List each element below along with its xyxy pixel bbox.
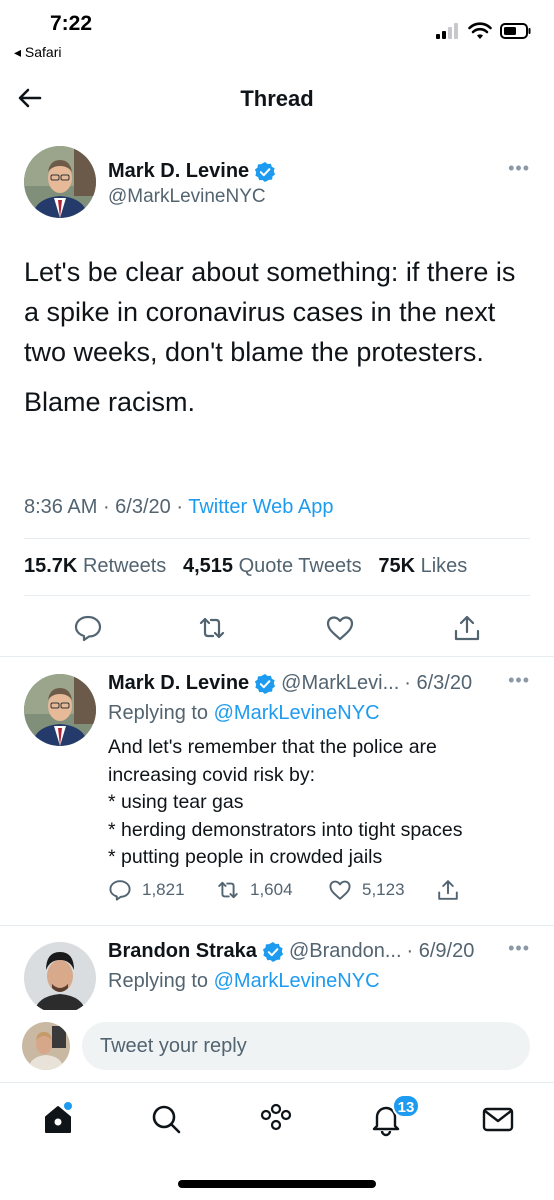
status-bar: 7:22 ◂ Safari [0, 0, 554, 72]
home-icon[interactable] [40, 1101, 76, 1137]
tweet-actions [0, 605, 554, 649]
author-handle[interactable]: @Brandon... [289, 940, 402, 963]
likes-stat[interactable]: 75K Likes [378, 555, 467, 577]
status-icons [436, 22, 532, 40]
mail-icon[interactable] [480, 1101, 516, 1137]
tweet-date: 6/3/20 [115, 496, 171, 518]
reply-input[interactable]: Tweet your reply [82, 1022, 530, 1070]
avatar[interactable] [24, 674, 96, 746]
reply-line: * using tear gas [108, 791, 244, 813]
reply-line: * herding demonstrators into tight space… [108, 818, 463, 841]
notifications-badge: 13 [392, 1094, 420, 1118]
divider [0, 925, 554, 926]
reply-line: * putting people in crowded jails [108, 846, 383, 868]
battery-icon [500, 23, 531, 39]
reply-count: 1,821 [142, 880, 185, 899]
tweet-paragraph: Let's be clear about something: if there… [24, 257, 516, 367]
like-icon[interactable] [325, 613, 355, 643]
like-action[interactable]: 5,123 [328, 878, 405, 902]
tweet-stats: 15.7K Retweets 4,515 Quote Tweets 75K Li… [24, 555, 467, 578]
retweet-action[interactable]: 1,604 [216, 878, 293, 902]
wifi-icon [468, 22, 492, 39]
share-icon[interactable] [436, 878, 460, 902]
retweet-count: 1,604 [250, 880, 293, 899]
search-icon[interactable] [148, 1101, 184, 1137]
replying-to-link[interactable]: @MarkLevineNYC [214, 702, 380, 724]
replying-to: Replying to @MarkLevineNYC [108, 970, 380, 992]
retweets-stat[interactable]: 15.7K Retweets [24, 555, 166, 577]
reply-header: Brandon Straka @Brandon... · 6/9/20 [108, 940, 474, 963]
verified-badge-icon [255, 161, 276, 182]
reply-date: · 6/9/20 [406, 940, 475, 962]
retweet-icon[interactable] [216, 878, 240, 902]
reply-icon[interactable] [73, 613, 103, 643]
page-title: Thread [240, 86, 314, 111]
reply-icon[interactable] [108, 878, 132, 902]
retweet-icon[interactable] [197, 613, 227, 643]
separator: · [102, 496, 116, 518]
verified-badge-icon [255, 673, 276, 694]
quote-tweets-stat[interactable]: 4,515 Quote Tweets [183, 555, 362, 577]
reply-actions: 1,821 1,604 5,123 [108, 878, 488, 910]
status-time: 7:22 [50, 12, 93, 35]
author-handle[interactable]: @MarkLevi... [281, 672, 399, 695]
tweet-metadata: 8:36 AM · 6/3/20 · Twitter Web App [24, 496, 333, 519]
divider [0, 656, 554, 657]
divider [24, 595, 530, 596]
like-count: 5,123 [362, 880, 405, 899]
replying-to: Replying to @MarkLevineNYC [108, 702, 380, 724]
like-icon[interactable] [328, 878, 352, 902]
more-icon[interactable]: ••• [508, 158, 530, 179]
avatar[interactable] [24, 146, 96, 218]
reply-text: And let's remember that the police are i… [108, 734, 528, 872]
separator: · [176, 496, 189, 518]
avatar[interactable] [24, 942, 96, 1014]
tweet-text: Let's be clear about something: if there… [24, 252, 524, 432]
tweet-paragraph: Blame racism. [24, 387, 196, 417]
reply-composer: Tweet your reply [0, 1010, 554, 1082]
more-icon[interactable]: ••• [508, 670, 530, 691]
author-handle[interactable]: @MarkLevineNYC [108, 186, 266, 208]
author-name[interactable]: Brandon Straka [108, 940, 257, 963]
reply-line: increasing covid risk by: [108, 763, 315, 786]
reply-line: And let's remember that the police are [108, 736, 437, 758]
reply-action[interactable]: 1,821 [108, 878, 185, 902]
spaces-icon[interactable] [258, 1101, 294, 1137]
share-icon[interactable] [452, 613, 482, 643]
share-action[interactable] [436, 878, 460, 902]
tweet-time: 8:36 AM [24, 496, 98, 518]
reply-date: · 6/3/20 [404, 672, 473, 694]
avatar[interactable] [22, 1022, 70, 1070]
tweet-source-link[interactable]: Twitter Web App [188, 496, 333, 518]
replying-to-link[interactable]: @MarkLevineNYC [214, 970, 380, 992]
reply-header: Mark D. Levine @MarkLevi... · 6/3/20 [108, 672, 472, 695]
author-name[interactable]: Mark D. Levine [108, 160, 249, 183]
verified-badge-icon [262, 941, 284, 962]
signal-icon [436, 23, 458, 39]
more-icon[interactable]: ••• [508, 938, 530, 959]
thread-header: Thread [0, 72, 554, 128]
home-indicator[interactable] [178, 1180, 376, 1188]
divider [24, 538, 530, 539]
back-to-safari-link[interactable]: ◂ Safari [14, 44, 62, 61]
author-name-row[interactable]: Mark D. Levine [108, 160, 276, 183]
author-name[interactable]: Mark D. Levine [108, 672, 249, 695]
